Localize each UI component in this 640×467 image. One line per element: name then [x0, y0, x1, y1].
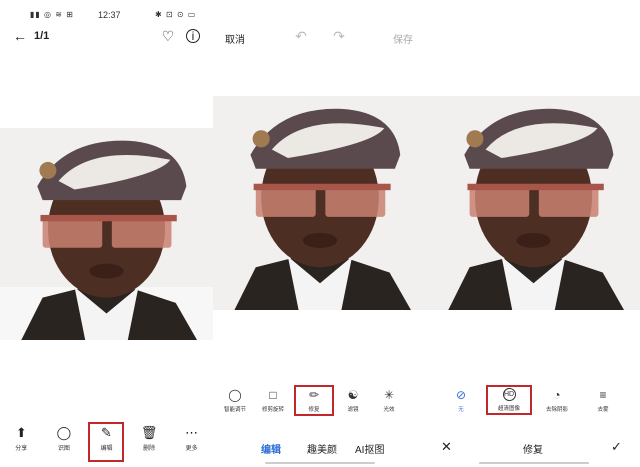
tool-repair[interactable]: ✏ 修复 — [294, 385, 334, 416]
bulb-icon: ◯ — [228, 388, 242, 402]
nav-delete-label: 删除 — [143, 446, 156, 452]
tab-edit[interactable]: 编辑 — [261, 441, 281, 456]
tool-repair-label: 修复 — [308, 407, 320, 413]
undo-icon[interactable]: ↶ — [293, 28, 309, 44]
nav-more-label: 更多 — [185, 446, 198, 452]
close-icon[interactable]: ✕ — [441, 439, 452, 455]
tool-crop-rotate-label: 修剪旋转 — [261, 407, 284, 413]
nav-edit[interactable]: ✎ 编辑 — [88, 422, 125, 462]
light-icon: ✳ — [383, 388, 395, 402]
back-arrow-icon[interactable]: ← — [12, 28, 28, 44]
tool-smart-adjust[interactable]: ◯ 智能调节 — [217, 388, 253, 413]
tool-filter-label: 滤镜 — [347, 407, 359, 413]
photo-image — [0, 128, 213, 340]
dehaze-icon: ≡ — [599, 388, 607, 402]
nav-edit-label: 编辑 — [100, 446, 113, 452]
page-counter: 1/1 — [34, 30, 50, 42]
save-button[interactable]: 保存 — [393, 31, 413, 46]
heart-icon[interactable]: ♡ — [160, 28, 176, 44]
viewer-bottom-nav: ⬆ 分享 ◯ 识图 ✎ 编辑 🗑 删除 ⋯ 更多 — [0, 422, 213, 462]
status-right-icons: ✱ ⊡ ⊙ ▭ — [155, 10, 197, 19]
editor-topbar: 取消 ↶ ↷ 保存 — [213, 28, 427, 50]
status-time: 12:37 — [98, 10, 121, 20]
photo-viewer-screen: ▮▮ ◎ ≋ ⊞ 12:37 ✱ ⊡ ⊙ ▭ ← 1/1 ♡ i ⬆ 分享 ◯ … — [0, 0, 213, 467]
trash-icon: 🗑 — [140, 425, 158, 440]
cancel-button[interactable]: 取消 — [225, 31, 245, 46]
tool-smart-adjust-label: 智能调节 — [223, 407, 246, 413]
repair-option-dehaze-label: 去雾 — [597, 407, 609, 413]
repair-options: ⊘ 无 HD 超清图像 ◔ 去除阴影 ≡ 去雾 — [427, 385, 640, 420]
status-left-icons: ▮▮ ◎ ≋ ⊞ — [30, 10, 74, 19]
shadow-icon: ◔ — [553, 388, 561, 402]
repair-option-hd[interactable]: HD 超清图像 — [486, 385, 532, 415]
repair-photo — [427, 96, 640, 310]
tab-ai-cutout[interactable]: AI抠图 — [355, 441, 384, 456]
status-bar: ▮▮ ◎ ≋ ⊞ 12:37 ✱ ⊡ ⊙ ▭ — [0, 8, 213, 22]
home-indicator — [479, 462, 589, 464]
tool-light-effect-label: 光效 — [383, 407, 395, 413]
editor-screen: 取消 ↶ ↷ 保存 ? ◯ 智能调节 □ 修剪旋转 ✏ — [213, 0, 427, 467]
redo-icon[interactable]: ↷ — [331, 28, 347, 44]
repair-option-shadow-label: 去除阴影 — [545, 407, 568, 413]
info-icon[interactable]: i — [186, 29, 200, 43]
repair-screen: ⊘ 无 HD 超清图像 ◔ 去除阴影 ≡ 去雾 ✕ 修复 ✓ — [427, 0, 640, 467]
editor-photo — [213, 96, 427, 310]
viewer-topbar: ← 1/1 ♡ i — [0, 26, 213, 48]
editor-tabs: 编辑 趣美颜 AI抠图 — [213, 441, 427, 457]
share-icon: ⬆ — [15, 425, 27, 440]
tool-light-effect[interactable]: ✳ 光效 — [371, 388, 407, 413]
repair-option-none[interactable]: ⊘ 无 — [443, 388, 479, 413]
repair-footer: ✕ 修复 ✓ — [427, 439, 640, 457]
tool-filter[interactable]: ☯ 滤镜 — [335, 388, 371, 413]
repair-option-hd-label: 超清图像 — [497, 406, 520, 412]
nav-delete[interactable]: 🗑 删除 — [134, 425, 164, 459]
hd-icon: HD — [502, 388, 516, 401]
repair-option-dehaze[interactable]: ≡ 去雾 — [585, 388, 621, 413]
confirm-check-icon[interactable]: ✓ — [611, 439, 622, 455]
nav-more[interactable]: ⋯ 更多 — [177, 425, 207, 459]
repair-option-none-label: 无 — [458, 407, 464, 413]
repair-option-shadow[interactable]: ◔ 去除阴影 — [539, 388, 575, 413]
repair-title: 修复 — [523, 445, 543, 456]
nav-recognize[interactable]: ◯ 识图 — [49, 425, 79, 459]
none-icon: ⊘ — [455, 388, 467, 402]
more-icon: ⋯ — [185, 425, 199, 440]
tab-beauty[interactable]: 趣美颜 — [307, 441, 337, 456]
nav-recognize-label: 识图 — [57, 446, 70, 452]
nav-share[interactable]: ⬆ 分享 — [6, 425, 36, 459]
editor-toolbar: ◯ 智能调节 □ 修剪旋转 ✏ 修复 ☯ 滤镜 ✳ 光效 — [213, 385, 427, 420]
bandage-icon: ✏ — [308, 388, 320, 402]
recognize-icon: ◯ — [56, 425, 72, 440]
nav-share-label: 分享 — [15, 446, 28, 452]
tool-crop-rotate[interactable]: □ 修剪旋转 — [255, 388, 291, 413]
filter-icon: ☯ — [347, 388, 359, 402]
crop-icon: □ — [269, 388, 277, 402]
home-indicator — [265, 462, 375, 464]
edit-icon: ✎ — [101, 425, 112, 440]
